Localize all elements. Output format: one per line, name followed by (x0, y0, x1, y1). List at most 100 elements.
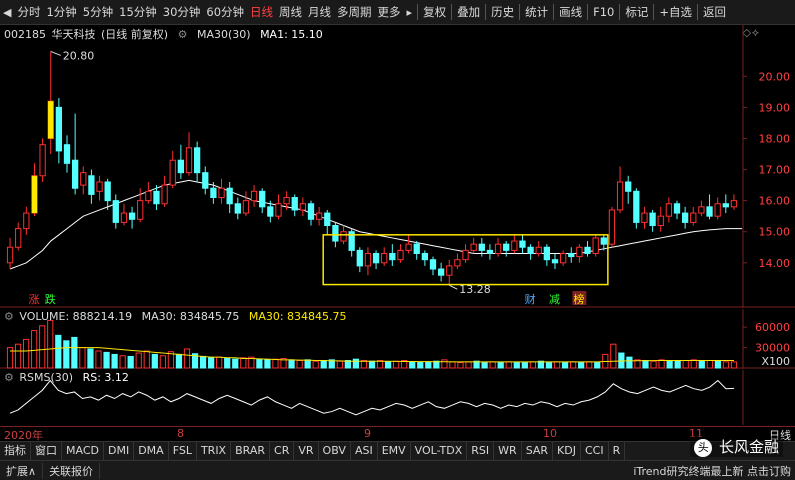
toolbar-tool-4[interactable]: 画线 (556, 0, 585, 24)
candle-body (592, 237, 599, 254)
indicator-tab-7[interactable]: BRAR (231, 442, 271, 460)
period-tab-6[interactable]: 日线 (247, 0, 276, 24)
candle-body (88, 175, 95, 195)
candle-body (15, 228, 22, 248)
indicator-tab-17[interactable]: KDJ (553, 442, 581, 460)
settings-gear-icon[interactable]: ⚙ (4, 371, 14, 384)
indicator-tab-3[interactable]: DMI (104, 442, 135, 460)
related-quotes-button[interactable]: 关联报价 (43, 462, 101, 479)
indicator-tab-14[interactable]: RSI (467, 442, 495, 460)
candle-body (315, 212, 323, 220)
limit-up-candle (48, 101, 54, 139)
toolbar-tool-2[interactable]: 历史 (488, 0, 517, 24)
candle-body (218, 187, 225, 199)
candle-body (80, 172, 87, 186)
candle-body (584, 246, 591, 254)
volume-bar (264, 359, 271, 369)
candle-body (137, 200, 144, 220)
indicator-tab-18[interactable]: CCI (581, 442, 609, 460)
price-tick-label: 18.00 (759, 132, 791, 145)
price-chart-panel[interactable]: 002185 华天科技 (日线 前复权) ⚙ MA30(30) MA1: 15.… (0, 25, 795, 308)
candle-body (372, 252, 380, 264)
period-tab-9[interactable]: 多周期 (334, 0, 375, 24)
candle-body (275, 203, 282, 217)
candle-body (120, 212, 128, 223)
indicator-tab-4[interactable]: DMA (134, 442, 169, 460)
settings-gear-icon[interactable]: ⚙ (4, 310, 14, 323)
candle-body (576, 246, 583, 258)
toolbar-tool-5[interactable]: F10 (590, 0, 617, 24)
high-annotation: 20.80 (63, 49, 95, 62)
price-tick-label: 14.00 (759, 257, 791, 270)
candle-body (470, 243, 477, 251)
candle-body (234, 203, 241, 214)
period-tab-7[interactable]: 周线 (276, 0, 305, 24)
more-arrow-icon[interactable]: ▸ (404, 6, 416, 19)
low-annotation: 13.28 (459, 283, 491, 296)
price-tick-label: 17.00 (759, 164, 791, 177)
toolbar-tool-1[interactable]: 叠加 (454, 0, 483, 24)
volume-panel[interactable]: 30000 60000 X100 ⚙ VOLUME: 888214.19 MA30:… (0, 309, 795, 369)
candle-body (177, 159, 185, 174)
candle-body (462, 249, 469, 261)
period-tab-0[interactable]: 分时 (14, 0, 43, 24)
rsms-line (9, 379, 734, 416)
toolbar-tool-6[interactable]: 标记 (622, 0, 651, 24)
candle-body (340, 231, 347, 242)
period-tab-4[interactable]: 30分钟 (160, 0, 204, 24)
volume-tick-label: 60000 (755, 321, 790, 334)
candle-body (63, 144, 71, 164)
volume-bar (151, 353, 158, 369)
volume-bar (304, 359, 311, 369)
period-tab-1[interactable]: 1分钟 (43, 0, 79, 24)
volume-bar (352, 358, 360, 369)
expand-button[interactable]: 扩展∧ (0, 462, 44, 479)
high-pointer (50, 50, 61, 56)
candle-body (722, 203, 729, 208)
toolbar-divider (519, 4, 521, 20)
indicator-tab-9[interactable]: VR (294, 442, 319, 460)
period-tab-5[interactable]: 60分钟 (203, 0, 247, 24)
promo-text[interactable]: iTrend研究终端最上新 点击订购 (633, 463, 795, 479)
volume-bar (14, 343, 22, 369)
volume-bar (272, 358, 279, 369)
candle-body (405, 243, 412, 251)
volume-bar (529, 361, 536, 369)
indicator-tab-1[interactable]: 窗口 (31, 442, 62, 460)
toolbar-tool-8[interactable]: 返回 (700, 0, 729, 24)
candle-body (364, 252, 372, 267)
indicator-tab-5[interactable]: FSL (169, 442, 197, 460)
indicator-tab-2[interactable]: MACD (62, 442, 104, 460)
indicator-tab-6[interactable]: TRIX (197, 442, 232, 460)
indicator-tab-0[interactable]: 指标 (0, 442, 31, 460)
candle-body (535, 246, 542, 254)
period-tab-3[interactable]: 15分钟 (116, 0, 160, 24)
toolbar-left-arrow-icon[interactable]: ◀ (0, 6, 14, 19)
indicator-tab-10[interactable]: OBV (319, 442, 351, 460)
toolbar-tool-7[interactable]: +自选 (656, 0, 695, 24)
rsms-panel[interactable]: ⚙ RSMS(30) RS: 3.12 (0, 370, 795, 425)
indicator-tab-15[interactable]: WR (494, 442, 522, 460)
toolbar-divider (485, 4, 487, 20)
volume-value: VOLUME: 888214.19 (19, 310, 133, 323)
candle-body (625, 181, 632, 192)
status-bar: 扩展∧ 关联报价 iTrend研究终端最上新 点击订购 (0, 460, 795, 480)
volume-bar (441, 359, 448, 369)
indicator-tab-12[interactable]: EMV (378, 442, 411, 460)
candle-body (494, 243, 502, 254)
volume-bar (682, 360, 689, 369)
indicator-tab-16[interactable]: SAR (522, 442, 554, 460)
period-tab-10[interactable]: 更多 (375, 0, 404, 24)
volume-bar (417, 362, 424, 369)
indicator-tab-19[interactable]: R (609, 442, 626, 460)
period-tab-8[interactable]: 月线 (305, 0, 334, 24)
volume-bar (489, 361, 496, 369)
toolbar-tool-3[interactable]: 统计 (522, 0, 551, 24)
toolbar-tool-0[interactable]: 复权 (420, 0, 449, 24)
tag-cai: 财 (525, 292, 536, 306)
indicator-tab-8[interactable]: CR (270, 442, 295, 460)
period-tab-2[interactable]: 5分钟 (80, 0, 116, 24)
indicator-tab-11[interactable]: ASI (351, 442, 378, 460)
indicator-tab-13[interactable]: VOL-TDX (411, 442, 468, 460)
volume-bar (31, 330, 38, 369)
